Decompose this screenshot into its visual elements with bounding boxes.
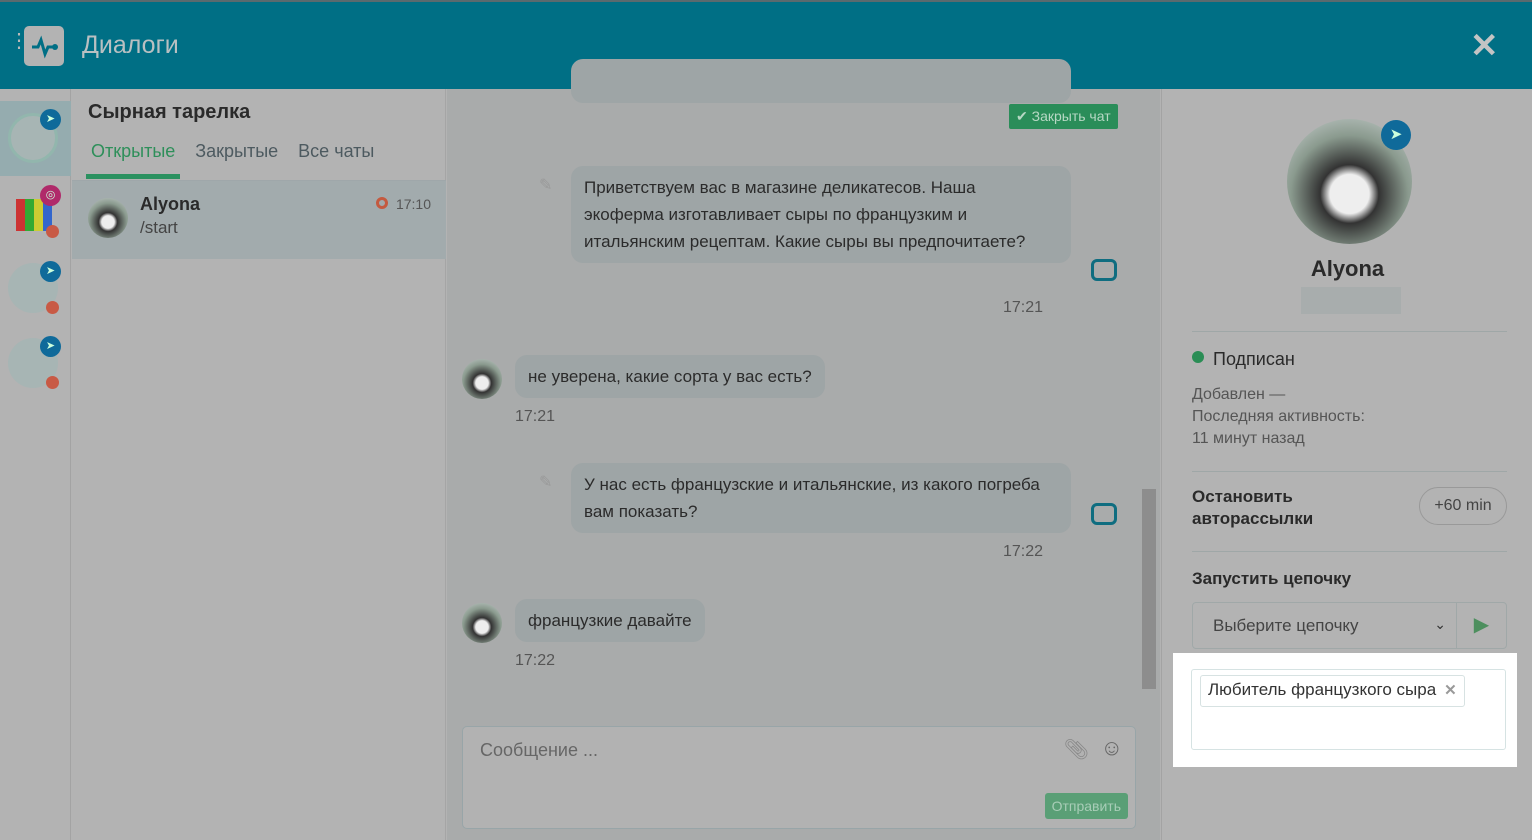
message-bot: Приветствуем вас в магазине деликатесов.… [571, 166, 1071, 263]
edit-icon[interactable]: ✎ [539, 175, 552, 195]
bot-item-2[interactable]: ◎ [8, 185, 62, 239]
tags-input[interactable]: Любитель французкого сыра ✕ [1191, 669, 1506, 750]
telegram-icon: ➤ [1381, 120, 1411, 150]
bot-icon [1091, 259, 1117, 281]
close-icon[interactable]: ✕ [1470, 26, 1499, 66]
chat-name: Alyona [140, 194, 201, 214]
chevron-down-icon: ⌄ [1434, 616, 1446, 632]
chat-list-panel: Сырная тарелка Открытые Закрытые Все чат… [72, 89, 446, 840]
message-placeholder: Сообщение ... [480, 740, 598, 760]
plus-60-min-button[interactable]: +60 min [1419, 487, 1507, 525]
close-chat-label: Закрыть чат [1031, 108, 1111, 124]
divider [1192, 331, 1507, 332]
chain-select[interactable]: Выберите цепочку ⌄ [1192, 602, 1457, 649]
unread-dot [46, 225, 59, 238]
unread-dot [46, 376, 59, 389]
menu-dots-icon[interactable]: ⋮ [9, 31, 29, 51]
tags-highlight: Любитель французкого сыра ✕ [1173, 653, 1517, 767]
instagram-icon: ◎ [40, 185, 61, 206]
avatar [88, 198, 128, 238]
tab-all[interactable]: Все чаты [293, 141, 379, 179]
status-text: Подписан [1213, 349, 1295, 369]
unread-dot [46, 301, 59, 314]
close-chat-button[interactable]: ✔ Закрыть чат [1009, 104, 1118, 129]
message-user: французкие давайте [515, 599, 705, 642]
message-bot: У нас есть французские и итальянские, из… [571, 463, 1071, 533]
send-button[interactable]: Отправить [1044, 793, 1128, 819]
chain-label: Запустить цепочку [1192, 569, 1352, 588]
added-text: Добавлен — [1192, 386, 1286, 403]
status-ring-icon [376, 197, 388, 209]
activity-info: Добавлен — Последняя активность: 11 мину… [1192, 384, 1365, 450]
tag-label: Любитель французкого сыра [1208, 680, 1437, 699]
bot-rail: ➤ ◎ ➤ ➤ [0, 89, 71, 840]
avatar [462, 359, 502, 399]
avatar [462, 603, 502, 643]
chat-time: 17:10 [395, 196, 431, 212]
scrollbar[interactable] [1140, 89, 1160, 709]
app-title: Диалоги [82, 31, 179, 59]
stop-autosend-label: Остановить авторассылки [1192, 487, 1314, 528]
telegram-icon: ➤ [40, 109, 61, 130]
message-user: не уверена, какие сорта у вас есть? [515, 355, 825, 398]
chain-select-value: Выберите цепочку [1213, 616, 1359, 635]
tag-chip: Любитель французкого сыра ✕ [1200, 675, 1465, 707]
message-input[interactable]: Сообщение ... 📎︎ ☺ Отправить [462, 726, 1136, 829]
edit-icon[interactable]: ✎ [539, 472, 552, 492]
scrollbar-thumb[interactable] [1142, 489, 1156, 689]
play-chain-button[interactable]: ▶ [1457, 602, 1507, 649]
message-time: 17:21 [1003, 299, 1044, 316]
telegram-icon: ➤ [40, 261, 61, 282]
previous-message [571, 59, 1071, 103]
bot-item-1[interactable]: ➤ [0, 101, 71, 176]
remove-tag-icon[interactable]: ✕ [1444, 682, 1457, 699]
tab-closed[interactable]: Закрытые [190, 141, 283, 179]
bot-title: Сырная тарелка [88, 101, 251, 123]
app-logo-icon [24, 26, 64, 66]
message-time: 17:22 [1003, 543, 1044, 560]
last-activity-value: 11 минут назад [1192, 430, 1305, 447]
tab-open[interactable]: Открытые [86, 141, 181, 179]
telegram-icon: ➤ [40, 336, 61, 357]
profile-name: Alyona [1310, 256, 1385, 281]
chat-list-item[interactable]: Alyona /start 17:10 [72, 181, 446, 259]
chat-last-message: /start [140, 218, 178, 237]
status-dot-icon [1192, 351, 1204, 363]
last-activity-label: Последняя активность: [1192, 408, 1365, 425]
divider [1192, 551, 1507, 552]
bot-icon [1091, 503, 1117, 525]
divider [1192, 471, 1507, 472]
bot-item-3[interactable]: ➤ [8, 261, 62, 315]
paperclip-icon[interactable]: 📎︎ [1064, 737, 1089, 762]
message-time: 17:22 [515, 652, 556, 669]
emoji-icon[interactable]: ☺ [1101, 735, 1123, 761]
redacted-field [1301, 287, 1401, 314]
bot-item-4[interactable]: ➤ [8, 336, 62, 390]
message-time: 17:21 [515, 408, 556, 425]
chat-panel: ✔ Закрыть чат ✎ Приветствуем вас в магаз… [447, 59, 1160, 840]
